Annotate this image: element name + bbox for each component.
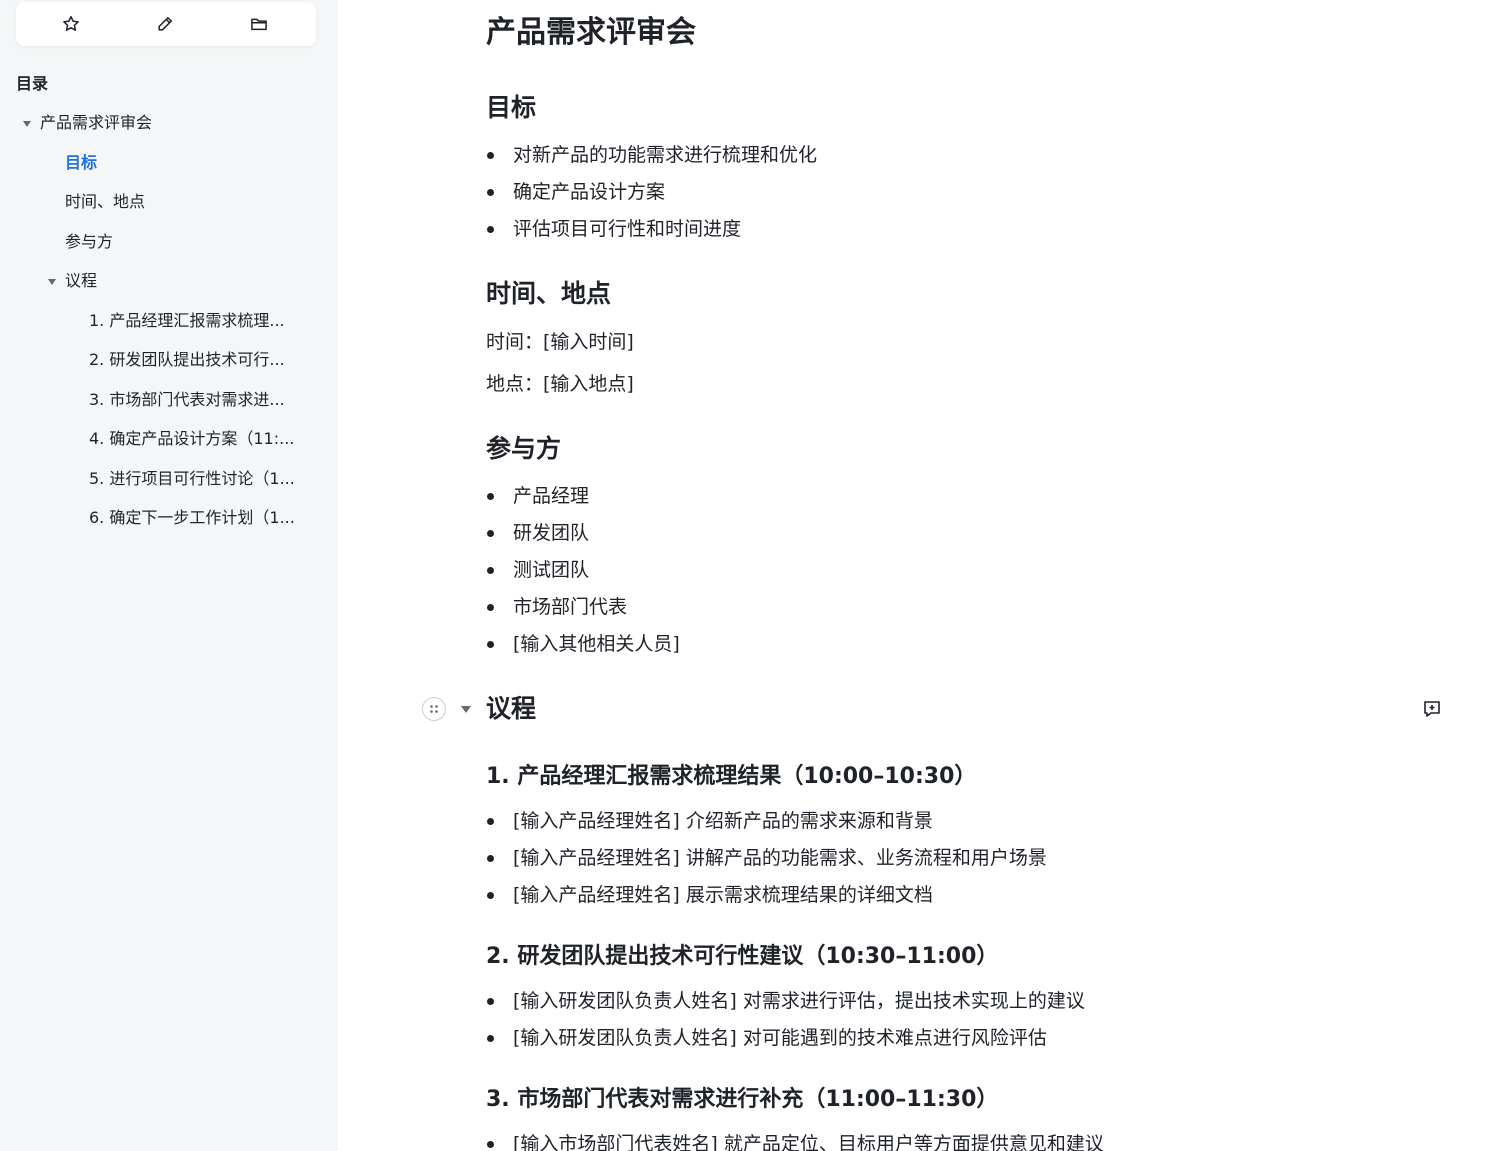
list-item[interactable]: [输入研发团队负责人姓名] 对需求进行评估，提出技术实现上的建议 (486, 987, 1085, 1015)
toc-item-agenda-1[interactable]: 1. 产品经理汇报需求梳理... (89, 309, 314, 333)
time-paragraph[interactable]: 时间：[输入时间] (486, 328, 634, 356)
add-comment-icon (1424, 701, 1440, 717)
agenda-section-title[interactable]: 1. 产品经理汇报需求梳理结果（10:00–10:30） (486, 761, 976, 793)
toc-item-agenda-5[interactable]: 5. 进行项目可行性讨论（1... (89, 467, 314, 491)
list-item[interactable]: [输入产品经理姓名] 展示需求梳理结果的详细文档 (486, 881, 933, 909)
edit-icon (158, 17, 172, 31)
toc-item-participants[interactable]: 参与方 (65, 230, 315, 254)
toc-item-agenda-4[interactable]: 4. 确定产品设计方案（11:... (89, 427, 314, 451)
list-item[interactable]: [输入其他相关人员] (486, 630, 680, 658)
sidebar-toolbar (16, 2, 316, 46)
toc-item-agenda-2[interactable]: 2. 研发团队提出技术可行... (89, 348, 314, 372)
list-item[interactable]: [输入研发团队负责人姓名] 对可能遇到的技术难点进行风险评估 (486, 1024, 1047, 1052)
heading-time-place[interactable]: 时间、地点 (486, 277, 611, 311)
list-item[interactable]: [输入市场部门代表姓名] 就产品定位、目标用户等方面提供意见和建议 (486, 1130, 1104, 1151)
heading-goal[interactable]: 目标 (486, 91, 536, 125)
toc-title: 目录 (16, 74, 49, 93)
list-item[interactable]: [输入产品经理姓名] 讲解产品的功能需求、业务流程和用户场景 (486, 844, 1047, 872)
list-item[interactable]: 对新产品的功能需求进行梳理和优化 (486, 141, 817, 169)
document-body: 产品需求评审会 目标 对新产品的功能需求进行梳理和优化 确定产品设计方案 评估项… (338, 0, 1500, 1151)
agenda-section-title[interactable]: 2. 研发团队提出技术可行性建议（10:30–11:00） (486, 941, 998, 973)
agenda-section-title[interactable]: 3. 市场部门代表对需求进行补充（11:00–11:30） (486, 1084, 998, 1116)
block-drag-handle[interactable] (422, 697, 446, 721)
list-item[interactable]: [输入产品经理姓名] 介绍新产品的需求来源和背景 (486, 807, 933, 835)
list-item[interactable]: 确定产品设计方案 (486, 178, 665, 206)
star-button[interactable] (59, 12, 83, 36)
list-item[interactable]: 产品经理 (486, 482, 589, 510)
heading-participants[interactable]: 参与方 (486, 432, 561, 466)
star-icon (63, 15, 79, 31)
toc-item-goal[interactable]: 目标 (65, 151, 315, 175)
toc-item-agenda[interactable]: 议程 (65, 269, 315, 293)
list-item[interactable]: 研发团队 (486, 519, 589, 547)
folder-button[interactable] (247, 12, 271, 36)
folder-icon (251, 18, 267, 31)
toc-item-time-place[interactable]: 时间、地点 (65, 190, 315, 214)
edit-button[interactable] (153, 12, 177, 36)
toc-item-agenda-6[interactable]: 6. 确定下一步工作计划（1... (89, 506, 314, 530)
toc-item-agenda-3[interactable]: 3. 市场部门代表对需求进... (89, 388, 314, 412)
fold-caret-icon[interactable] (461, 706, 471, 713)
drag-dots-icon (430, 705, 438, 713)
heading-agenda[interactable]: 议程 (486, 692, 536, 726)
add-comment-button[interactable] (1421, 698, 1443, 720)
page-title[interactable]: 产品需求评审会 (486, 12, 696, 54)
toc-collapse-caret-icon[interactable] (23, 121, 31, 127)
toc-item-doc-title[interactable]: 产品需求评审会 (40, 111, 320, 135)
toc-agenda-caret-icon[interactable] (48, 279, 56, 285)
list-item[interactable]: 评估项目可行性和时间进度 (486, 215, 741, 243)
place-paragraph[interactable]: 地点：[输入地点] (486, 370, 634, 398)
list-item[interactable]: 测试团队 (486, 556, 589, 584)
list-item[interactable]: 市场部门代表 (486, 593, 627, 621)
sidebar: 目录 产品需求评审会 目标 时间、地点 参与方 议程 1. 产品经理汇报需求梳理… (0, 0, 338, 1151)
